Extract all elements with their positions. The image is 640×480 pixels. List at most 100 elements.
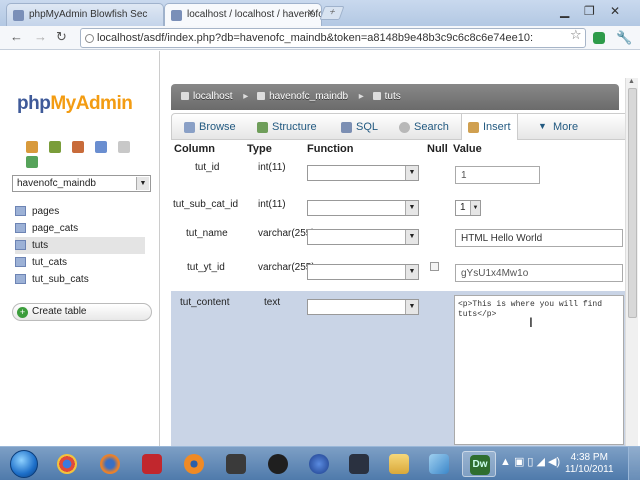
taskbar-blender[interactable] <box>177 451 211 477</box>
value-input[interactable]: 1 <box>455 166 540 184</box>
value-textarea[interactable]: <p>This is where you will find tuts</p> <box>454 295 624 445</box>
favicon-icon <box>171 10 182 21</box>
taskbar-app[interactable] <box>261 451 295 477</box>
value-input[interactable]: gYsU1x4Mw1o <box>455 264 623 282</box>
table-row: tut_sub_cat_id int(11) ▼ 1 ▼ <box>171 193 631 223</box>
phpmyadmin-logo[interactable]: phpMyAdmin <box>17 93 133 115</box>
plus-icon: + <box>17 307 28 318</box>
value-input[interactable]: HTML Hello World <box>455 229 623 247</box>
column-type: text <box>264 297 281 308</box>
function-select[interactable]: ▼ <box>307 200 419 216</box>
taskbar-filezilla[interactable] <box>135 451 169 477</box>
breadcrumb-separator: ▸ <box>358 91 364 102</box>
show-desktop-button[interactable] <box>628 447 640 480</box>
table-item-tut-sub-cats[interactable]: tut_sub_cats <box>15 271 145 288</box>
taskbar-explorer[interactable] <box>382 451 416 477</box>
wrench-icon[interactable]: 🔧 <box>616 30 632 46</box>
blender-icon <box>184 454 204 474</box>
tab-insert[interactable]: Insert <box>461 114 518 140</box>
breadcrumb-server[interactable]: localhost <box>181 91 232 102</box>
table-row: tut_name varchar(255) ▼ HTML Hello World <box>171 223 631 257</box>
chevron-down-icon: ▼ <box>405 201 418 215</box>
taskbar-chrome[interactable] <box>50 451 84 477</box>
sql-icon <box>341 122 352 133</box>
function-select[interactable]: ▼ <box>307 264 419 280</box>
database-select[interactable]: havenofc_maindb ▼ <box>12 175 151 192</box>
close-window-icon[interactable]: ✕ <box>610 4 620 18</box>
taskbar-firefox[interactable] <box>93 451 127 477</box>
function-select[interactable]: ▼ <box>307 299 419 315</box>
main-frame: localhost ▸ havenofc_maindb ▸ tuts Brows… <box>160 51 640 446</box>
system-tray[interactable]: ▲ ▣ ▯ ◢ ◀) <box>500 455 560 468</box>
unity-icon <box>226 454 246 474</box>
column-type: int(11) <box>258 162 286 173</box>
breadcrumb-table[interactable]: tuts <box>372 91 401 102</box>
table-row: tut_id int(11) ▼ 1 <box>171 157 631 193</box>
table-row: tut_content text ▼ <p>This is where you … <box>171 291 631 446</box>
browser-tab-2[interactable]: localhost / localhost / havenofc ✕ <box>164 3 322 26</box>
vertical-scrollbar[interactable]: ▲ <box>625 78 638 446</box>
clock[interactable]: 4:38 PM 11/10/2011 <box>565 452 614 476</box>
bookmark-star-icon[interactable]: ☆ <box>570 27 582 43</box>
browser-tab-1[interactable]: phpMyAdmin Blowfish Sec <box>6 3 164 26</box>
reload-nav-icon[interactable] <box>26 156 38 168</box>
taskbar-unity[interactable] <box>219 451 253 477</box>
table-item-page-cats[interactable]: page_cats <box>15 220 145 237</box>
back-icon[interactable]: ← <box>10 29 23 44</box>
tab-browse[interactable]: Browse <box>184 121 236 133</box>
taskbar-dreamweaver[interactable]: Dw <box>462 451 496 477</box>
taskbar-globe[interactable] <box>302 451 336 477</box>
steam-icon <box>349 454 369 474</box>
table-item-tut-cats[interactable]: tut_cats <box>15 254 145 271</box>
new-tab-button[interactable]: + <box>319 6 345 20</box>
tab-more[interactable]: ▼ More <box>538 121 578 133</box>
tab-search[interactable]: Search <box>399 121 449 133</box>
start-button[interactable] <box>10 450 38 478</box>
minimize-icon[interactable]: ▁ <box>560 4 569 18</box>
clock-time: 4:38 PM <box>570 452 608 463</box>
taskbar: Dw ▲ ▣ ▯ ◢ ◀) 4:38 PM 11/10/2011 <box>0 446 640 480</box>
foreign-key-select[interactable]: 1 ▼ <box>455 200 481 216</box>
scrollbar-thumb[interactable] <box>628 88 637 318</box>
function-select[interactable]: ▼ <box>307 165 419 181</box>
null-checkbox[interactable] <box>430 262 439 271</box>
breadcrumb-database[interactable]: havenofc_maindb <box>257 91 348 102</box>
favicon-icon <box>13 10 24 21</box>
insert-icon <box>468 122 479 133</box>
docs-icon[interactable] <box>95 141 108 153</box>
taskbar-app2[interactable] <box>422 451 456 477</box>
tab-sql[interactable]: SQL <box>341 121 378 133</box>
maximize-icon[interactable]: ❐ <box>584 4 595 18</box>
tab-structure[interactable]: Structure <box>257 121 317 133</box>
forward-icon[interactable]: → <box>34 29 47 44</box>
taskbar-steam[interactable] <box>342 451 376 477</box>
query-window-icon[interactable] <box>72 141 85 153</box>
home-icon[interactable] <box>26 141 38 153</box>
function-select[interactable]: ▼ <box>307 229 419 245</box>
table-item-pages[interactable]: pages <box>15 203 145 220</box>
extension-icon[interactable] <box>593 32 605 44</box>
column-name: tut_id <box>195 162 220 173</box>
quick-icons <box>26 141 159 171</box>
create-table-button[interactable]: + Create table <box>12 303 152 321</box>
column-name: tut_sub_cat_id <box>173 199 239 210</box>
table-item-tuts[interactable]: tuts <box>15 237 145 254</box>
table-icon <box>15 206 26 216</box>
structure-icon <box>257 122 268 133</box>
table-icon <box>15 240 26 250</box>
address-bar-url: localhost/asdf/index.php?db=havenofc_mai… <box>97 32 534 44</box>
chrome-icon <box>57 454 77 474</box>
table-icon <box>15 274 26 284</box>
app2-icon <box>429 454 449 474</box>
close-tab-icon[interactable]: ✕ <box>307 8 315 19</box>
browser-tabstrip: phpMyAdmin Blowfish Sec localhost / loca… <box>0 0 640 26</box>
browse-icon <box>184 122 195 133</box>
reload-icon[interactable]: ↻ <box>56 29 67 45</box>
logout-icon[interactable] <box>49 141 62 153</box>
app-icon <box>268 454 288 474</box>
scroll-up-icon[interactable]: ▲ <box>628 78 635 85</box>
help-icon[interactable] <box>118 141 131 153</box>
address-bar[interactable]: localhost/asdf/index.php?db=havenofc_mai… <box>80 28 586 48</box>
column-type: int(11) <box>258 199 286 210</box>
table-icon <box>15 257 26 267</box>
